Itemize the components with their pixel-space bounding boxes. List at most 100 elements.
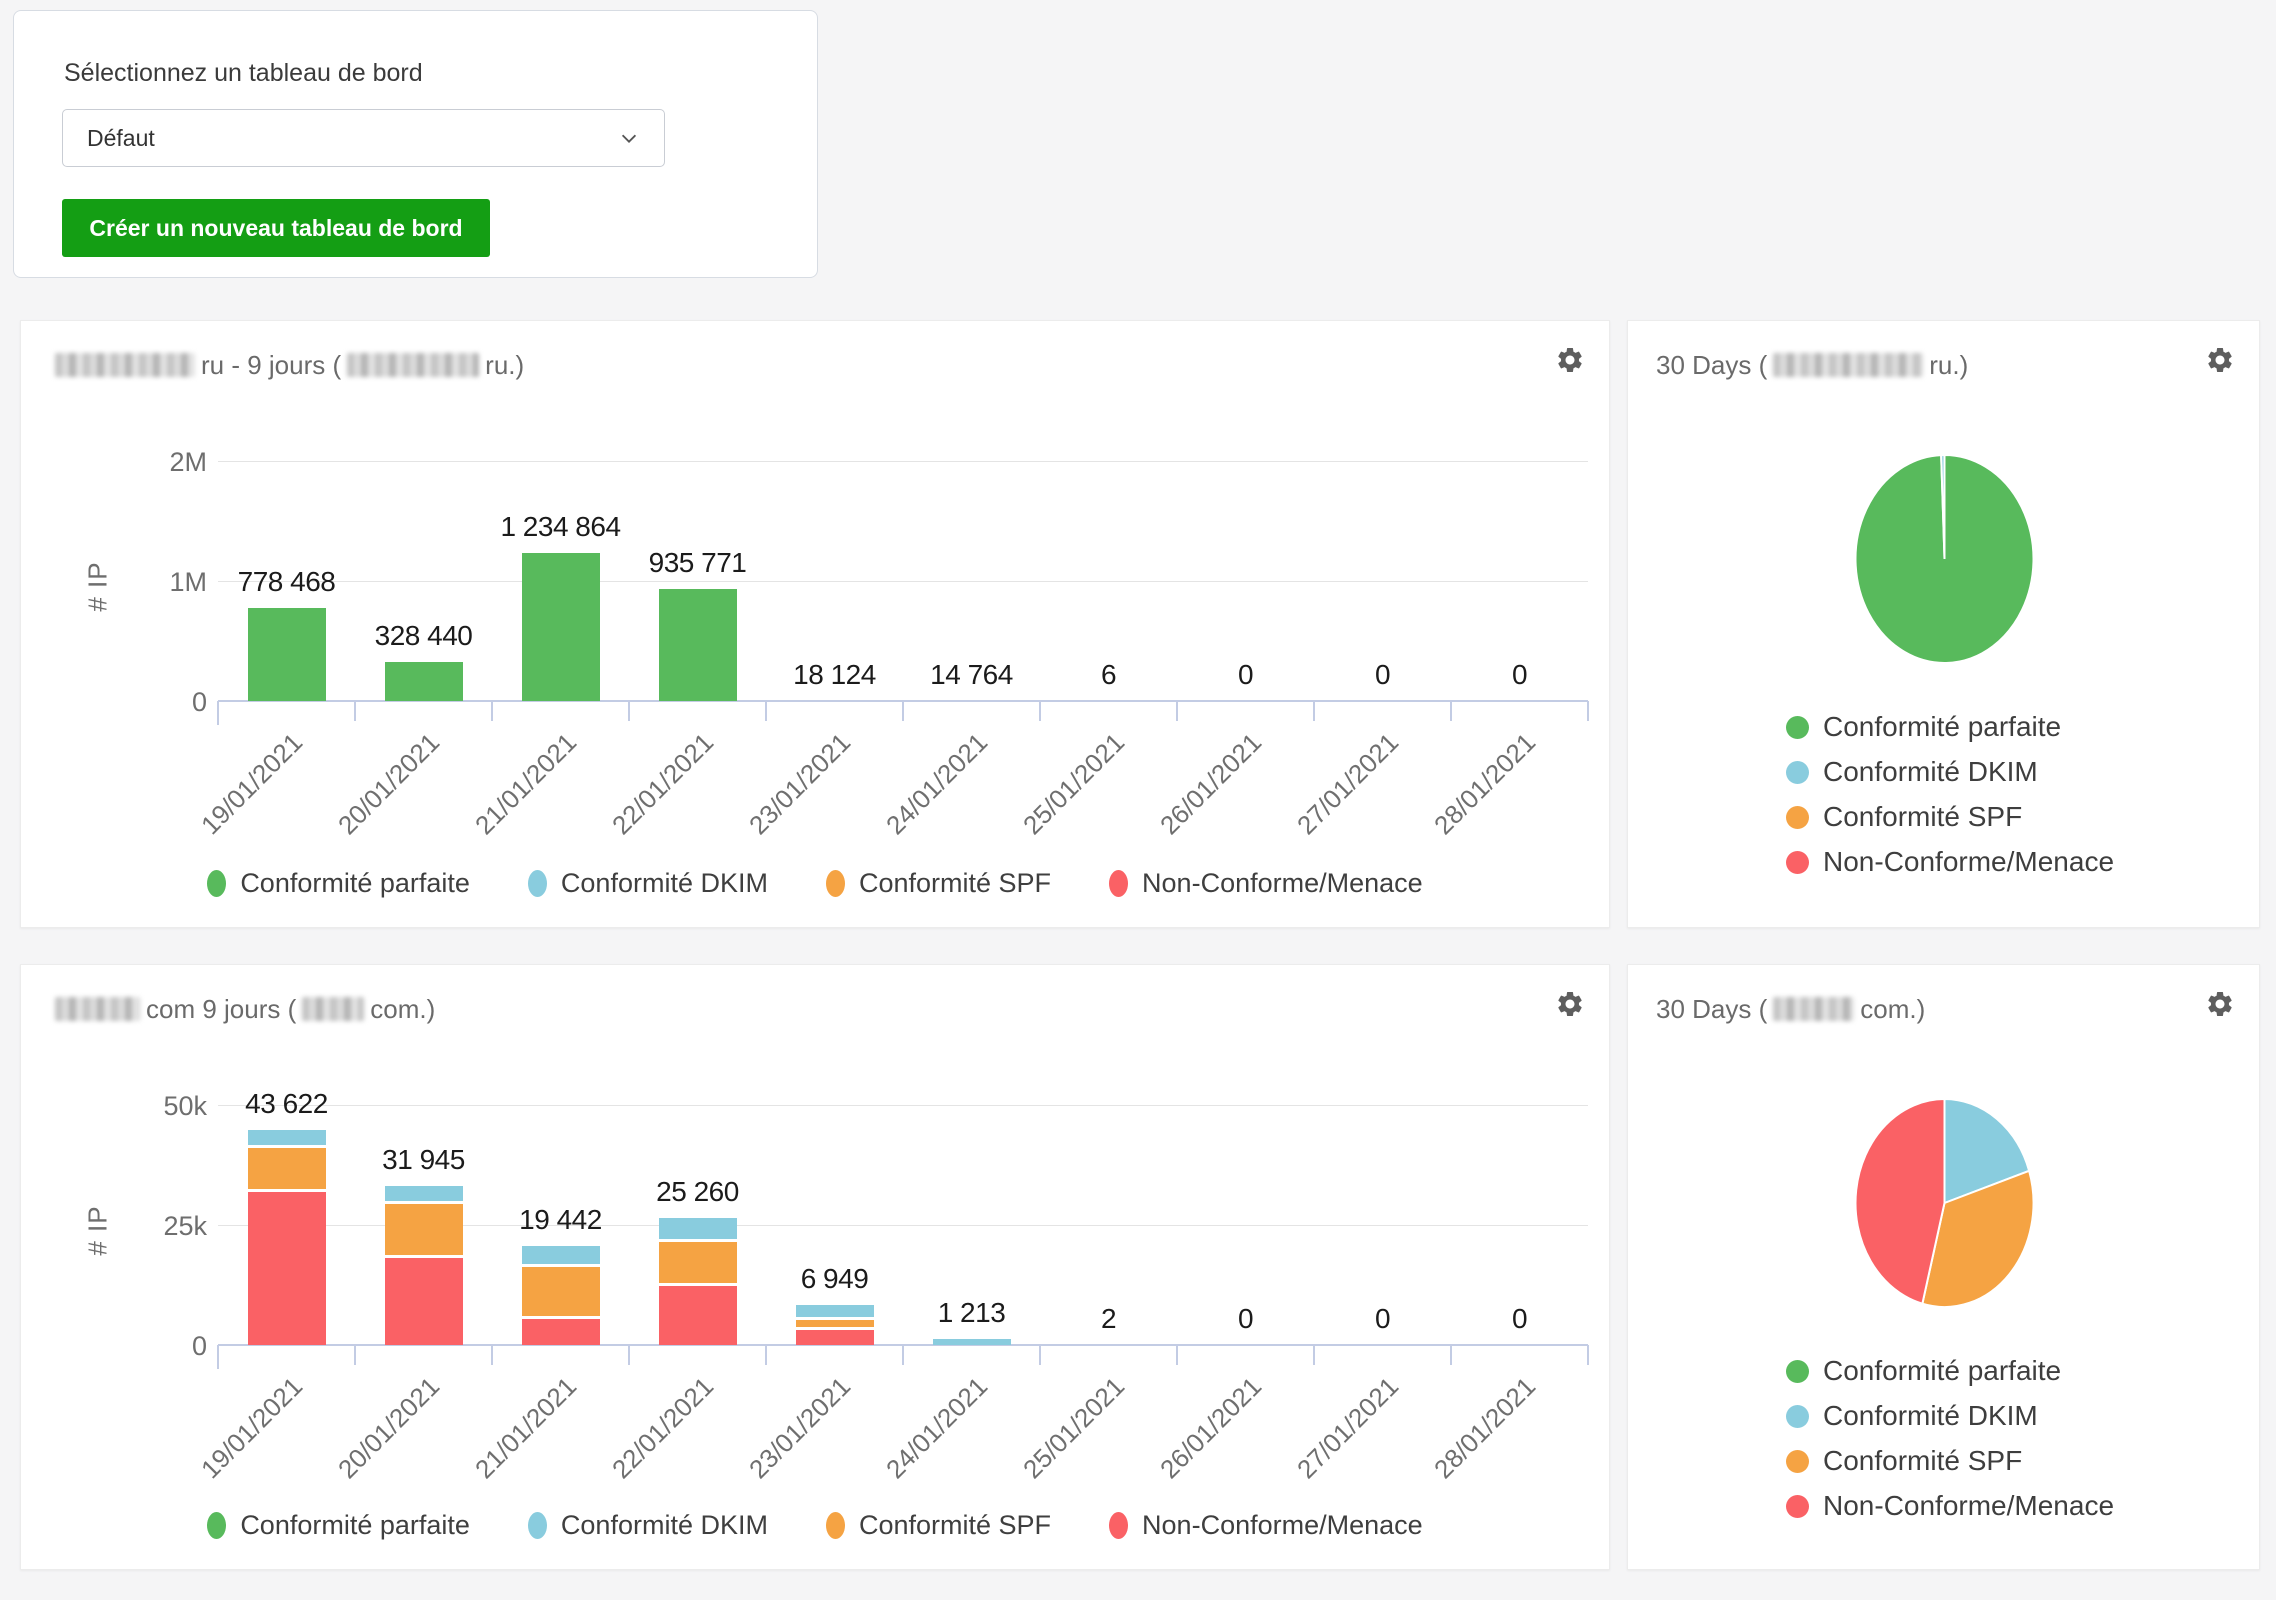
legend-item[interactable]: Non-Conforme/Menace [1109, 868, 1423, 899]
bar[interactable] [796, 1305, 874, 1345]
bar-chart-area: # IP 50k 25k 0 43 62219/01/202131 94520/… [21, 965, 1609, 1569]
create-dashboard-button[interactable]: Créer un nouveau tableau de bord [62, 199, 490, 257]
legend-item[interactable]: Conformité SPF [1786, 1445, 2114, 1477]
bar-value-label: 43 622 [218, 1088, 355, 1120]
bar-segment-parfaite[interactable] [659, 589, 737, 701]
legend-swatch-icon [1786, 806, 1809, 829]
legend-item[interactable]: Conformité DKIM [1786, 1400, 2114, 1432]
bar-segment-dkim[interactable] [385, 1186, 463, 1201]
x-axis-tick [1176, 701, 1178, 721]
redacted-domain [1773, 997, 1854, 1021]
dashboard-select[interactable]: Défaut [62, 109, 665, 167]
bar-segment-spf[interactable] [248, 1148, 326, 1189]
legend-item[interactable]: Conformité DKIM [1786, 756, 2114, 788]
legend-item[interactable]: Conformité SPF [826, 868, 1051, 899]
bar-segment-spf[interactable] [385, 1204, 463, 1255]
y-axis-tick-label: 0 [121, 687, 207, 718]
bar-segment-spf[interactable] [796, 1320, 874, 1327]
y-axis-title: # IP [83, 561, 114, 611]
x-axis-tick-label: 21/01/2021 [454, 1371, 582, 1499]
redacted-domain [1773, 353, 1923, 377]
bar-segment-dkim[interactable] [522, 1246, 600, 1264]
x-axis-tick [765, 701, 767, 721]
chart-title-text: 30 Days ( [1656, 350, 1767, 381]
legend-item[interactable]: Conformité parfaite [1786, 711, 2114, 743]
x-axis-tick [1450, 701, 1452, 721]
bar-value-label: 1 234 864 [492, 511, 629, 543]
y-axis-tick-label: 2M [121, 447, 207, 478]
bar-segment-spf[interactable] [522, 1267, 600, 1316]
legend-item[interactable]: Non-Conforme/Menace [1786, 846, 2114, 878]
legend-swatch-icon [1786, 761, 1809, 784]
bar-segment-dkim[interactable] [796, 1305, 874, 1317]
x-axis-tick [1039, 701, 1041, 721]
x-axis-tick-label: 24/01/2021 [865, 727, 993, 855]
legend-item[interactable]: Non-Conforme/Menace [1109, 1510, 1423, 1541]
x-axis-tick-label: 20/01/2021 [317, 727, 445, 855]
legend-item[interactable]: Conformité SPF [1786, 801, 2114, 833]
bar-segment-menace[interactable] [659, 1286, 737, 1345]
x-axis-tick-label: 28/01/2021 [1413, 727, 1541, 855]
y-axis-tick-label: 50k [121, 1091, 207, 1122]
chart-title-text: ru.) [1929, 350, 1968, 381]
bar-segment-dkim[interactable] [933, 1339, 1011, 1345]
chart-legend: Conformité parfaite Conformité DKIM Confor… [21, 868, 1609, 899]
x-axis-tick [1587, 701, 1589, 721]
bar[interactable] [522, 1246, 600, 1345]
legend-item[interactable]: Conformité parfaite [1786, 1355, 2114, 1387]
x-axis-tick-label: 19/01/2021 [180, 1371, 308, 1499]
x-axis-tick [354, 701, 356, 721]
legend-item[interactable]: Conformité parfaite [207, 1510, 470, 1541]
legend-item[interactable]: Non-Conforme/Menace [1786, 1490, 2114, 1522]
bar[interactable] [248, 608, 326, 701]
legend-swatch-icon [1786, 1405, 1809, 1428]
bar-segment-parfaite[interactable] [385, 662, 463, 701]
bar[interactable] [248, 1130, 326, 1345]
bar-segment-menace[interactable] [796, 1330, 874, 1345]
legend-item[interactable]: Conformité DKIM [528, 868, 768, 899]
bar-segment-menace[interactable] [248, 1192, 326, 1345]
x-axis-tick [628, 1345, 630, 1365]
gear-icon[interactable] [2205, 989, 2235, 1019]
legend-swatch-icon [826, 1512, 845, 1539]
legend-item[interactable]: Conformité SPF [826, 1510, 1051, 1541]
legend-item[interactable]: Conformité DKIM [528, 1510, 768, 1541]
legend-label: Non-Conforme/Menace [1142, 868, 1423, 899]
bar-segment-parfaite[interactable] [522, 553, 600, 701]
chart-title-text: com.) [1860, 994, 1925, 1025]
bar[interactable] [522, 553, 600, 701]
bar-segment-parfaite[interactable] [248, 608, 326, 701]
bar[interactable] [933, 1339, 1011, 1345]
legend-swatch-icon [528, 1512, 547, 1539]
bar-value-label: 18 124 [766, 659, 903, 691]
legend-label: Conformité SPF [1823, 1445, 2022, 1477]
bar-segment-spf[interactable] [659, 1242, 737, 1283]
chart-legend: Conformité parfaite Conformité DKIM Confor… [1786, 711, 2114, 878]
bar[interactable] [659, 589, 737, 701]
dashboard-selector-label: Sélectionnez un tableau de bord [64, 59, 423, 88]
bar-segment-menace[interactable] [385, 1258, 463, 1345]
chart-legend: Conformité parfaite Conformité DKIM Confor… [1786, 1355, 2114, 1522]
bar[interactable] [385, 1186, 463, 1345]
bar-value-label: 1 213 [903, 1297, 1040, 1329]
bar[interactable] [385, 662, 463, 701]
bar-segment-dkim[interactable] [659, 1218, 737, 1239]
x-axis-tick-label: 20/01/2021 [317, 1371, 445, 1499]
x-axis-tick-label: 23/01/2021 [728, 727, 856, 855]
bar-segment-menace[interactable] [522, 1319, 600, 1345]
legend-swatch-icon [826, 870, 845, 897]
y-axis-title: # IP [83, 1205, 114, 1255]
x-axis-tick-label: 27/01/2021 [1276, 1371, 1404, 1499]
x-axis-tick [1587, 1345, 1589, 1365]
bar[interactable] [659, 1218, 737, 1345]
legend-label: Conformité parfaite [1823, 1355, 2061, 1387]
bar-value-label: 19 442 [492, 1204, 629, 1236]
pie-chart-card-com: 30 Days ( com.) Conformité parfaiteConfo… [1627, 964, 2260, 1570]
x-axis-tick [1450, 1345, 1452, 1365]
chart-legend: Conformité parfaite Conformité DKIM Confor… [21, 1510, 1609, 1541]
gear-icon[interactable] [2205, 345, 2235, 375]
legend-swatch-icon [1786, 851, 1809, 874]
bar-segment-dkim[interactable] [248, 1130, 326, 1145]
chart-title-text: 30 Days ( [1656, 994, 1767, 1025]
legend-item[interactable]: Conformité parfaite [207, 868, 470, 899]
